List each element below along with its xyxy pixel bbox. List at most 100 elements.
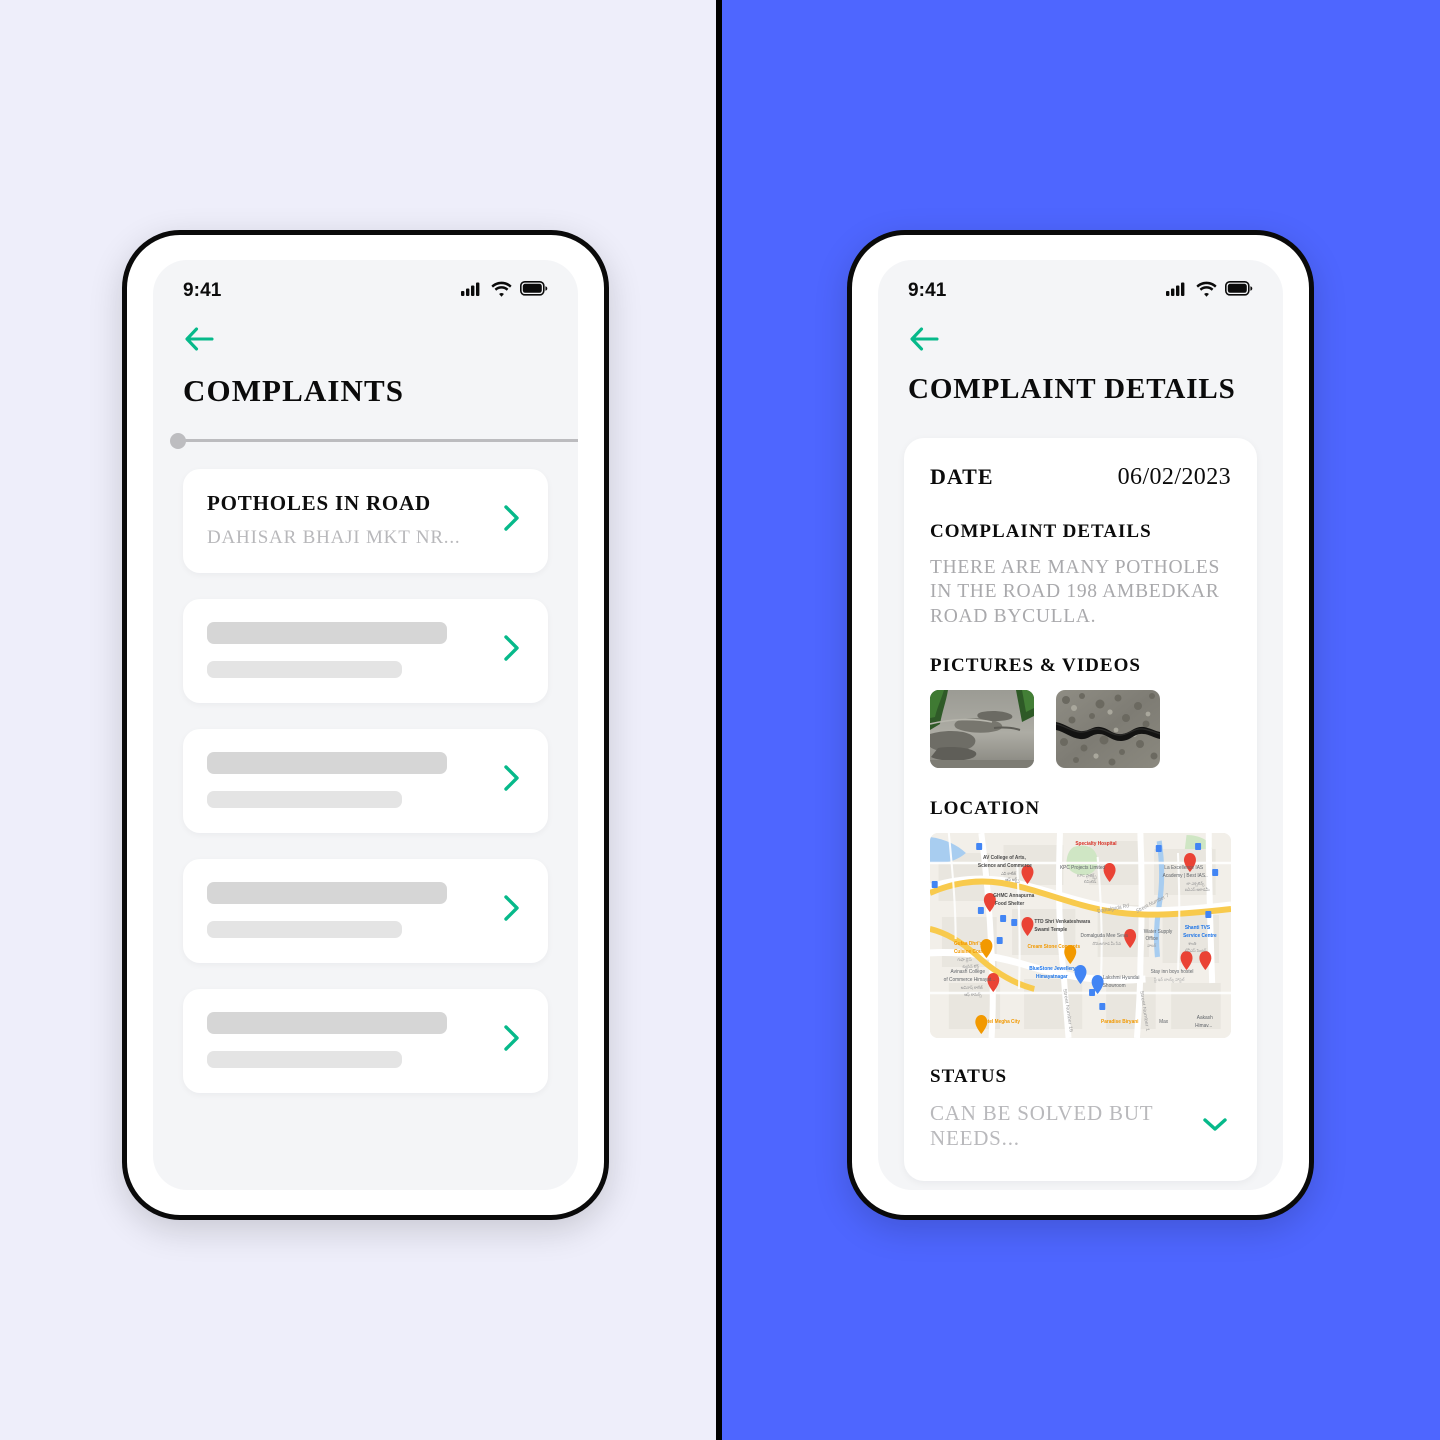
status-bar: 9:41 — [878, 260, 1283, 316]
skeleton-line-title — [207, 882, 447, 904]
list-item[interactable] — [183, 859, 548, 963]
svg-text:TTD Shri Venkateshwara: TTD Shri Venkateshwara — [1034, 919, 1090, 925]
media-thumbnail-cracked-asphalt[interactable] — [1056, 690, 1160, 769]
media-thumbnail-pothole-road[interactable] — [930, 690, 1034, 769]
wifi-icon — [1196, 281, 1217, 302]
back-row-complaints — [153, 316, 578, 357]
cellular-signal-icon — [461, 281, 483, 302]
svg-text:Science and Commerce: Science and Commerce — [978, 863, 1032, 869]
cellular-signal-icon — [1166, 281, 1188, 302]
svg-text:Gufaa Dhri's: Gufaa Dhri's — [954, 941, 982, 947]
status-time: 9:41 — [183, 280, 222, 301]
chevron-right-icon[interactable] — [500, 632, 524, 669]
complaint-details-label: COMPLAINT DETAILS — [930, 521, 1152, 542]
arrow-left-icon[interactable] — [183, 326, 217, 357]
comparison-canvas: 9:41 COMPLAINTS POTHOLES IN ROAD DAHISAR… — [0, 0, 1440, 1440]
svg-text:అవినాష్ కాలేజ్: అవినాష్ కాలేజ్ — [961, 985, 984, 990]
svg-text:Specialty Hospital: Specialty Hospital — [1075, 841, 1117, 847]
svg-text:లిమిటెడ్: లిమిటెడ్ — [1084, 879, 1096, 884]
svg-text:Paradise Biryani: Paradise Biryani — [1101, 1019, 1139, 1025]
complaints-list: POTHOLES IN ROAD DAHISAR BHAJI MKT NR... — [153, 449, 578, 1093]
date-label: DATE — [930, 464, 994, 489]
svg-text:Max: Max — [1159, 1019, 1168, 1025]
media-thumbnails — [930, 690, 1231, 769]
svg-text:టీవీఎస్ సెంటర్: టీవీఎస్ సెంటర్ — [1185, 948, 1207, 953]
status-icons — [1166, 281, 1253, 302]
skeleton-line-title — [207, 752, 447, 774]
complaint-detail-card: DATE 06/02/2023 COMPLAINT DETAILS THERE … — [904, 438, 1257, 1182]
svg-text:Office: Office — [1145, 936, 1158, 942]
date-row: DATE 06/02/2023 — [930, 464, 1231, 491]
location-map[interactable]: Specialty Hospital AV College of Arts, S… — [930, 833, 1231, 1039]
battery-icon — [520, 281, 548, 301]
list-item-placeholder — [207, 622, 486, 678]
left-panel: 9:41 COMPLAINTS POTHOLES IN ROAD DAHISAR… — [0, 0, 716, 1440]
details-scroll-area: DATE 06/02/2023 COMPLAINT DETAILS THERE … — [878, 428, 1283, 1182]
phone-mockup-complaints: 9:41 COMPLAINTS POTHOLES IN ROAD DAHISAR… — [122, 230, 609, 1220]
chevron-right-icon[interactable] — [500, 502, 524, 539]
status-time: 9:41 — [908, 280, 947, 301]
page-title: COMPLAINT DETAILS — [908, 373, 1236, 405]
chevron-down-icon[interactable] — [1199, 1113, 1231, 1140]
list-item-placeholder — [207, 752, 486, 808]
svg-text:GHMC Annapurna: GHMC Annapurna — [993, 893, 1034, 899]
list-item-placeholder — [207, 882, 486, 938]
list-item-text: POTHOLES IN ROAD DAHISAR BHAJI MKT NR... — [207, 491, 486, 549]
svg-text:La Excellence IAS: La Excellence IAS — [1164, 865, 1203, 871]
svg-text:ఎవి కాలేజ్: ఎవి కాలేజ్ — [1001, 871, 1017, 876]
svg-text:KPC Projects Limited: KPC Projects Limited — [1060, 865, 1105, 871]
svg-text:Lakshmi Hyundai: Lakshmi Hyundai — [1103, 975, 1140, 981]
battery-icon — [1225, 281, 1253, 301]
list-item-placeholder — [207, 1012, 486, 1068]
svg-text:ఐఏఎస్ అకాడమీ: ఐఏఎస్ అకాడమీ — [1185, 887, 1210, 892]
svg-text:Avinash College: Avinash College — [951, 969, 986, 975]
scroll-rail-knob[interactable] — [170, 433, 186, 449]
svg-text:Showroom: Showroom — [1103, 983, 1126, 989]
right-panel: 9:41 COMPLAINT DETAILS DATE 06/02/2023 C… — [722, 0, 1440, 1440]
svg-text:Shanti TVS: Shanti TVS — [1185, 925, 1211, 931]
svg-text:Himayatnagar: Himayatnagar — [1036, 974, 1068, 980]
screen-complaints: 9:41 COMPLAINTS POTHOLES IN ROAD DAHISAR… — [153, 260, 578, 1190]
screen-complaint-details: 9:41 COMPLAINT DETAILS DATE 06/02/2023 C… — [878, 260, 1283, 1190]
skeleton-line-title — [207, 1012, 447, 1034]
page-title: COMPLAINTS — [183, 373, 405, 408]
list-item-subtitle: DAHISAR BHAJI MKT NR... — [207, 527, 461, 548]
complaint-details-text: THERE ARE MANY POTHOLES IN THE ROAD 198 … — [930, 557, 1221, 627]
list-item[interactable] — [183, 989, 548, 1093]
chevron-right-icon[interactable] — [500, 1022, 524, 1059]
svg-text:Aakash: Aakash — [1197, 1015, 1213, 1021]
status-row[interactable]: CAN BE SOLVED BUT NEEDS... — [930, 1101, 1231, 1151]
svg-text:Hotel Megha City: Hotel Megha City — [981, 1019, 1020, 1025]
svg-text:AV College of Arts,: AV College of Arts, — [983, 855, 1026, 861]
svg-text:Stay inn boys hostel: Stay inn boys hostel — [1151, 969, 1194, 975]
phone-mockup-details: 9:41 COMPLAINT DETAILS DATE 06/02/2023 C… — [847, 230, 1314, 1220]
skeleton-line-subtitle — [207, 1051, 403, 1068]
list-item[interactable] — [183, 729, 548, 833]
svg-text:వాటర్: వాటర్ — [1147, 943, 1157, 948]
skeleton-line-subtitle — [207, 791, 403, 808]
scroll-rail-track — [178, 439, 578, 442]
svg-text:Cuisine Court: Cuisine Court — [954, 949, 986, 955]
svg-text:Academy | Best IAS..: Academy | Best IAS.. — [1163, 873, 1208, 879]
status-bar: 9:41 — [153, 260, 578, 316]
date-value: 06/02/2023 — [1117, 464, 1231, 490]
back-row-details — [878, 316, 1283, 357]
list-item[interactable]: POTHOLES IN ROAD DAHISAR BHAJI MKT NR... — [183, 469, 548, 573]
wifi-icon — [491, 281, 512, 302]
svg-text:Water Supply: Water Supply — [1144, 929, 1173, 935]
svg-text:of Commerce Himayat...: of Commerce Himayat... — [944, 977, 996, 983]
chevron-right-icon[interactable] — [500, 762, 524, 799]
chevron-right-icon[interactable] — [500, 892, 524, 929]
list-item-title: POTHOLES IN ROAD — [207, 491, 431, 515]
status-icons — [461, 281, 548, 302]
status-label: STATUS — [930, 1066, 1008, 1088]
list-item[interactable] — [183, 599, 548, 703]
svg-text:Himav...: Himav... — [1195, 1023, 1212, 1029]
svg-text:Cream Stone Concepts: Cream Stone Concepts — [1027, 944, 1080, 950]
scroll-rail[interactable] — [153, 431, 578, 449]
arrow-left-icon[interactable] — [908, 326, 942, 357]
svg-text:Food Shelter: Food Shelter — [995, 901, 1024, 907]
svg-text:దొమలగూడ మీ సేవ: దొమలగూడ మీ సేవ — [1092, 941, 1121, 946]
skeleton-line-subtitle — [207, 661, 403, 678]
svg-text:Swami Temple: Swami Temple — [1034, 927, 1067, 933]
